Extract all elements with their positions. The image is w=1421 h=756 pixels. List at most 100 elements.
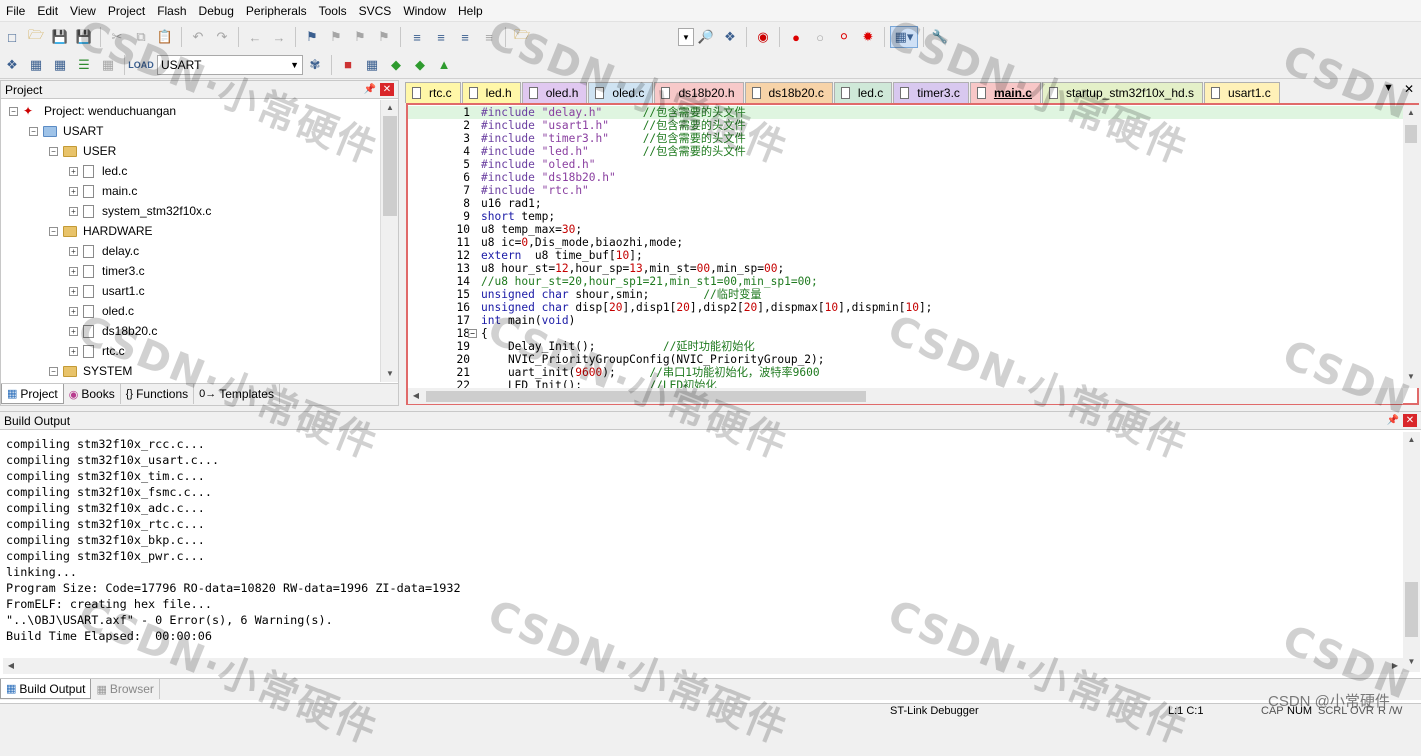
code-area[interactable]: 1 #include "delay.h" //包含需要的头文件 2 #include …: [408, 105, 1403, 388]
code-line[interactable]: 5 #include "oled.h": [408, 158, 1403, 171]
expand-icon[interactable]: +: [69, 186, 78, 196]
expand-icon[interactable]: +: [69, 286, 78, 296]
pin-icon[interactable]: 📌: [1387, 415, 1399, 426]
build-output-text[interactable]: compiling stm32f10x_rcc.c... compiling st…: [6, 436, 461, 644]
open-file-icon[interactable]: 🗁: [25, 26, 47, 48]
tree-item[interactable]: + delay.c: [69, 241, 139, 261]
target-select[interactable]: USART ▼: [157, 54, 303, 75]
code-line[interactable]: 20 NVIC_PriorityGroupConfig(NVIC_Priorit…: [408, 353, 1403, 366]
scroll-down-icon[interactable]: ▼: [1403, 369, 1419, 385]
tab-books[interactable]: ◉ Books: [64, 384, 121, 404]
debug-icon[interactable]: ◉: [752, 26, 774, 48]
expand-icon[interactable]: +: [69, 246, 78, 256]
undo-icon[interactable]: ↶: [187, 26, 209, 48]
cut-icon[interactable]: ✂: [106, 26, 128, 48]
expand-icon[interactable]: +: [69, 166, 78, 176]
file-extensions-icon[interactable]: ▦: [361, 54, 383, 76]
translate-icon[interactable]: ❖: [1, 54, 23, 76]
tree-item[interactable]: + oled.c: [69, 301, 134, 321]
manage-components-icon[interactable]: ■: [337, 54, 359, 76]
code-line[interactable]: 18−{: [408, 327, 1403, 340]
comment-icon[interactable]: ≡: [454, 26, 476, 48]
batch-build-icon[interactable]: ☰: [73, 54, 95, 76]
code-line[interactable]: 10 u8 temp_max=30;: [408, 223, 1403, 236]
find-combo-dropdown[interactable]: ▼: [678, 28, 694, 46]
tree-item[interactable]: − SYSTEM: [49, 361, 132, 381]
code-line[interactable]: 7 #include "rtc.h": [408, 184, 1403, 197]
scroll-right-icon[interactable]: ▶: [1387, 658, 1403, 674]
find-icon[interactable]: 🔎: [695, 26, 717, 48]
tree-item[interactable]: + rtc.c: [69, 341, 125, 361]
target-options-icon[interactable]: ✾: [304, 54, 326, 76]
code-line[interactable]: 1 #include "delay.h" //包含需要的头文件: [408, 106, 1403, 119]
code-line[interactable]: 16 unsigned char disp[20],disp1[20],disp2…: [408, 301, 1403, 314]
expand-icon[interactable]: +: [69, 206, 78, 216]
build-output-horizontal-scrollbar[interactable]: ◀ ▶: [3, 658, 1403, 674]
tab-templates[interactable]: 0→ Templates: [194, 384, 280, 404]
new-file-icon[interactable]: □: [1, 26, 23, 48]
incremental-find-icon[interactable]: ❖: [719, 26, 741, 48]
editor-tab[interactable]: led.c: [833, 82, 893, 103]
menu-tools[interactable]: Tools: [313, 0, 353, 22]
scroll-up-icon[interactable]: ▲: [381, 100, 399, 116]
pin-icon[interactable]: 📌: [364, 84, 376, 95]
find-in-files-icon[interactable]: 🗁: [511, 26, 533, 48]
bookmark-next-icon[interactable]: ⚑: [349, 26, 371, 48]
menu-window[interactable]: Window: [397, 0, 452, 22]
code-line[interactable]: 3 #include "timer3.h" //包含需要的头文件: [408, 132, 1403, 145]
menu-help[interactable]: Help: [452, 0, 489, 22]
bookmark-icon[interactable]: ⚑: [301, 26, 323, 48]
code-line[interactable]: 8 u16 rad1;: [408, 197, 1403, 210]
editor-tab[interactable]: oled.h: [521, 82, 588, 103]
editor-tab[interactable]: oled.c: [588, 82, 654, 103]
tree-item[interactable]: + usart1.c: [69, 281, 145, 301]
breakpoint-kill-all-icon[interactable]: ✹: [857, 26, 879, 48]
code-line[interactable]: 15 unsigned char shour,smin; //临时变量: [408, 288, 1403, 301]
scroll-left-icon[interactable]: ◀: [3, 658, 19, 674]
editor-tab[interactable]: led.h: [461, 82, 521, 103]
menu-edit[interactable]: Edit: [31, 0, 64, 22]
code-line[interactable]: 13 u8 hour_st=12,hour_sp=13,min_st=00,min…: [408, 262, 1403, 275]
tab-functions[interactable]: {} Functions: [121, 384, 195, 404]
tree-item[interactable]: + timer3.c: [69, 261, 145, 281]
tree-item[interactable]: − USART: [29, 121, 103, 141]
download-icon[interactable]: LOAD: [128, 54, 154, 76]
breakpoint-disable-icon[interactable]: ○: [809, 26, 831, 48]
tree-scrollbar[interactable]: ▲ ▼: [380, 100, 398, 382]
editor-tab[interactable]: rtc.c: [405, 82, 461, 103]
fold-toggle-icon[interactable]: −: [468, 329, 477, 338]
code-line[interactable]: 14 //u8 hour_st=20,hour_sp1=21,min_st1=00…: [408, 275, 1403, 288]
collapse-icon[interactable]: −: [49, 146, 58, 156]
build-icon[interactable]: ▦: [25, 54, 47, 76]
editor-tab[interactable]: timer3.c: [893, 82, 969, 103]
editor-vertical-scrollbar[interactable]: ▲ ▼: [1403, 105, 1419, 388]
editor-horizontal-scrollbar[interactable]: ◀: [408, 388, 1403, 404]
scrollbar-thumb[interactable]: [1405, 125, 1417, 143]
paste-icon[interactable]: 📋: [154, 26, 176, 48]
scroll-down-icon[interactable]: ▼: [1403, 654, 1420, 670]
tab-build-output[interactable]: ▦ Build Output: [0, 679, 92, 699]
expand-icon[interactable]: +: [69, 306, 78, 316]
close-icon[interactable]: ✕: [380, 83, 394, 96]
collapse-icon[interactable]: −: [49, 366, 58, 376]
scrollbar-thumb[interactable]: [426, 391, 866, 402]
scrollbar-thumb[interactable]: [1405, 582, 1418, 637]
tab-project[interactable]: ▦ Project: [1, 384, 64, 404]
tree-item[interactable]: − HARDWARE: [49, 221, 153, 241]
editor-tab[interactable]: main.c: [969, 82, 1041, 103]
bookmark-clear-icon[interactable]: ⚑: [373, 26, 395, 48]
pack-installer-icon[interactable]: ◆: [385, 54, 407, 76]
uncomment-icon[interactable]: ≡: [478, 26, 500, 48]
code-line[interactable]: 12 extern u8 time_buf[10];: [408, 249, 1403, 262]
menu-debug[interactable]: Debug: [193, 0, 240, 22]
scroll-up-icon[interactable]: ▲: [1403, 432, 1420, 448]
nav-forward-icon[interactable]: →: [268, 26, 290, 48]
tree-item[interactable]: + ds18b20.c: [69, 321, 157, 341]
menu-project[interactable]: Project: [102, 0, 151, 22]
tree-item[interactable]: + led.c: [69, 161, 127, 181]
build-output-vertical-scrollbar[interactable]: ▲ ▼: [1403, 432, 1420, 672]
menu-svcs[interactable]: SVCS: [353, 0, 398, 22]
bookmark-prev-icon[interactable]: ⚑: [325, 26, 347, 48]
editor-tab[interactable]: startup_stm32f10x_hd.s: [1041, 82, 1204, 103]
scroll-up-icon[interactable]: ▲: [1403, 105, 1419, 121]
